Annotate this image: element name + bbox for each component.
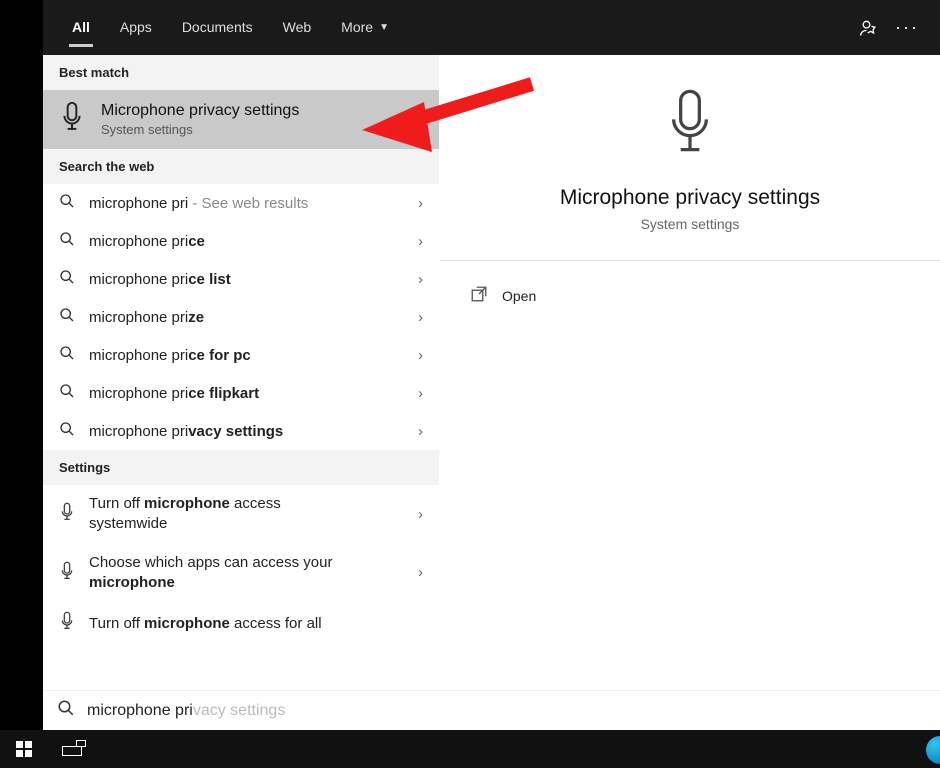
- section-header-best-match: Best match: [43, 55, 439, 90]
- search-icon: [59, 231, 75, 251]
- microphone-icon: [662, 85, 718, 168]
- web-result-text: microphone pri - See web results: [89, 195, 404, 212]
- chevron-down-icon: ▼: [379, 0, 389, 55]
- task-view-icon: [62, 742, 82, 756]
- chevron-right-icon: ›: [418, 506, 423, 523]
- web-result-1[interactable]: microphone price ›: [43, 222, 439, 260]
- preview-actions: Open: [440, 261, 940, 330]
- web-result-text: microphone price list: [89, 271, 404, 288]
- search-icon: [59, 383, 75, 403]
- chevron-right-icon: ›: [418, 195, 423, 212]
- web-result-text: microphone price flipkart: [89, 385, 404, 402]
- open-icon: [470, 285, 488, 306]
- search-input-text: microphone privacy settings: [87, 702, 285, 720]
- search-icon: [59, 307, 75, 327]
- tray-app-icon[interactable]: [926, 736, 940, 764]
- task-view-button[interactable]: [48, 730, 96, 768]
- open-action[interactable]: Open: [470, 279, 910, 312]
- settings-result-text: Choose which apps can access your microp…: [89, 553, 404, 594]
- best-match-text: Microphone privacy settings System setti…: [101, 102, 299, 137]
- more-options-icon[interactable]: ···: [888, 9, 926, 47]
- best-match-result[interactable]: Microphone privacy settings System setti…: [43, 90, 439, 149]
- web-result-3[interactable]: microphone prize ›: [43, 298, 439, 336]
- scroll-fade: [43, 672, 439, 690]
- web-result-5[interactable]: microphone price flipkart ›: [43, 374, 439, 412]
- settings-result-text: Turn off microphone access systemwide: [89, 494, 404, 535]
- search-icon: [59, 345, 75, 365]
- chevron-right-icon: ›: [418, 564, 423, 581]
- filter-more-label: More: [341, 0, 373, 55]
- taskbar: [0, 730, 940, 768]
- start-button[interactable]: [0, 730, 48, 768]
- window-root: All Apps Documents Web More ▼ ··· Best m…: [0, 0, 940, 768]
- search-icon: [57, 699, 75, 722]
- web-result-text: microphone privacy settings: [89, 423, 404, 440]
- web-result-text: microphone prize: [89, 309, 404, 326]
- settings-result-2[interactable]: Turn off microphone access for all: [43, 602, 439, 637]
- chevron-right-icon: ›: [418, 423, 423, 440]
- web-result-2[interactable]: microphone price list ›: [43, 260, 439, 298]
- preview-pane: Microphone privacy settings System setti…: [440, 55, 940, 690]
- section-header-web: Search the web: [43, 149, 439, 184]
- microphone-icon: [59, 561, 75, 585]
- filter-tab-all[interactable]: All: [57, 0, 105, 55]
- feedback-icon[interactable]: [850, 9, 888, 47]
- filter-tab-documents[interactable]: Documents: [167, 0, 268, 55]
- search-icon: [59, 193, 75, 213]
- web-result-text: microphone price for pc: [89, 347, 404, 364]
- best-match-subtitle: System settings: [101, 122, 299, 137]
- settings-result-0[interactable]: Turn off microphone access systemwide ›: [43, 485, 439, 544]
- filter-tab-more[interactable]: More ▼: [326, 0, 404, 55]
- results-left-column: Best match Microphone privacy settings S…: [43, 55, 440, 690]
- chevron-right-icon: ›: [418, 271, 423, 288]
- web-result-6[interactable]: microphone privacy settings ›: [43, 412, 439, 450]
- web-result-0[interactable]: microphone pri - See web results ›: [43, 184, 439, 222]
- settings-result-1[interactable]: Choose which apps can access your microp…: [43, 544, 439, 603]
- chevron-right-icon: ›: [418, 233, 423, 250]
- search-filter-bar: All Apps Documents Web More ▼ ···: [43, 0, 940, 55]
- preview-title: Microphone privacy settings: [560, 186, 820, 210]
- web-result-4[interactable]: microphone price for pc ›: [43, 336, 439, 374]
- search-icon: [59, 269, 75, 289]
- filter-tab-apps[interactable]: Apps: [105, 0, 167, 55]
- filter-tab-web[interactable]: Web: [268, 0, 327, 55]
- best-match-title: Microphone privacy settings: [101, 102, 299, 120]
- web-result-text: microphone price: [89, 233, 404, 250]
- settings-result-text: Turn off microphone access for all: [89, 615, 423, 632]
- microphone-icon: [59, 100, 85, 139]
- microphone-icon: [59, 502, 75, 526]
- microphone-icon: [59, 611, 75, 635]
- preview-subtitle: System settings: [641, 216, 740, 232]
- chevron-right-icon: ›: [418, 347, 423, 364]
- chevron-right-icon: ›: [418, 309, 423, 326]
- section-header-settings: Settings: [43, 450, 439, 485]
- left-strip: [0, 0, 43, 768]
- search-input-bar[interactable]: microphone privacy settings: [43, 690, 940, 730]
- chevron-right-icon: ›: [418, 385, 423, 402]
- search-icon: [59, 421, 75, 441]
- open-label: Open: [502, 288, 536, 304]
- windows-logo-icon: [16, 741, 32, 757]
- results-panel: Best match Microphone privacy settings S…: [43, 55, 940, 690]
